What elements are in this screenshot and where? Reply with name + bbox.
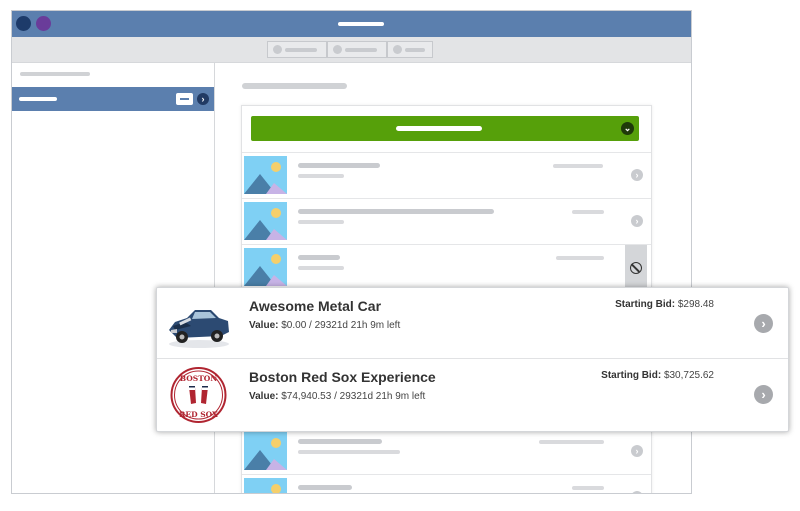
window-title-placeholder bbox=[338, 22, 384, 26]
toolbar bbox=[12, 37, 691, 63]
starting-bid: Starting Bid: $298.48 bbox=[615, 299, 714, 310]
toolbar-button-2[interactable] bbox=[327, 41, 387, 58]
item-value: Value: $0.00 / 29321d 21h 9m left bbox=[249, 320, 400, 331]
filter-dropdown-label-placeholder bbox=[396, 126, 482, 131]
list-item[interactable]: › bbox=[242, 474, 651, 493]
list-item[interactable]: › bbox=[242, 152, 651, 198]
toy-car-image bbox=[165, 296, 232, 352]
unavailable-indicator bbox=[625, 245, 647, 290]
value-text: $74,940.53 / 29321d 21h 9m left bbox=[281, 391, 426, 402]
starting-bid-amount: $30,725.62 bbox=[663, 370, 714, 381]
chevron-right-icon: › bbox=[631, 491, 643, 493]
sidebar-heading-placeholder bbox=[20, 72, 90, 76]
filter-dropdown-button[interactable]: ⌄ bbox=[251, 116, 639, 141]
image-placeholder-icon bbox=[244, 156, 287, 194]
starting-bid-label: Starting Bid: bbox=[615, 299, 676, 310]
chevron-down-icon: ⌄ bbox=[621, 122, 634, 135]
toolbar-icon bbox=[333, 45, 342, 54]
auction-item-row[interactable]: BOSTON RED SOX Boston Red Sox Experience… bbox=[157, 359, 788, 429]
list-item-disabled[interactable] bbox=[242, 244, 651, 290]
title-bar bbox=[12, 11, 691, 37]
image-placeholder-icon bbox=[244, 248, 287, 286]
item-title[interactable]: Boston Red Sox Experience bbox=[249, 369, 436, 385]
image-placeholder-icon bbox=[244, 478, 287, 493]
chevron-right-icon[interactable]: › bbox=[754, 385, 773, 404]
image-placeholder-icon bbox=[244, 202, 287, 240]
sidebar-item-badge bbox=[176, 93, 193, 105]
no-entry-icon bbox=[630, 262, 642, 274]
item-value: Value: $74,940.53 / 29321d 21h 9m left bbox=[249, 391, 425, 402]
zoomed-auction-items: Awesome Metal Car Value: $0.00 / 29321d … bbox=[156, 287, 789, 432]
minimize-window-button[interactable] bbox=[36, 16, 51, 31]
sidebar-item-label-placeholder bbox=[19, 97, 57, 101]
toolbar-label-placeholder bbox=[345, 47, 377, 52]
starting-bid-label: Starting Bid: bbox=[601, 370, 662, 381]
auction-item-row[interactable]: Awesome Metal Car Value: $0.00 / 29321d … bbox=[157, 288, 788, 359]
starting-bid: Starting Bid: $30,725.62 bbox=[601, 370, 714, 381]
toolbar-icon bbox=[273, 45, 282, 54]
chevron-right-icon: › bbox=[197, 93, 209, 105]
sidebar-item-selected[interactable]: › bbox=[12, 87, 214, 111]
logo-text-bottom: RED SOX bbox=[179, 410, 218, 419]
image-placeholder-icon bbox=[244, 432, 287, 470]
item-title[interactable]: Awesome Metal Car bbox=[249, 298, 381, 314]
toolbar-button-3[interactable] bbox=[387, 41, 433, 58]
value-label: Value: bbox=[249, 320, 279, 331]
list-item[interactable]: › bbox=[242, 198, 651, 244]
toolbar-button-group bbox=[267, 41, 433, 58]
starting-bid-amount: $298.48 bbox=[677, 299, 714, 310]
value-text: $0.00 / 29321d 21h 9m left bbox=[281, 320, 401, 331]
main-heading-placeholder bbox=[242, 83, 347, 89]
chevron-right-icon: › bbox=[631, 445, 643, 457]
close-window-button[interactable] bbox=[16, 16, 31, 31]
chevron-right-icon: › bbox=[631, 215, 643, 227]
red-sox-logo: BOSTON RED SOX bbox=[165, 367, 232, 423]
list-item[interactable]: › bbox=[242, 428, 651, 474]
toolbar-label-placeholder bbox=[285, 47, 317, 52]
toolbar-button-1[interactable] bbox=[267, 41, 327, 58]
logo-text-top: BOSTON bbox=[180, 374, 218, 383]
value-label: Value: bbox=[249, 391, 279, 402]
chevron-right-icon: › bbox=[631, 169, 643, 181]
toolbar-icon bbox=[393, 45, 402, 54]
chevron-right-icon[interactable]: › bbox=[754, 314, 773, 333]
toolbar-label-placeholder bbox=[405, 47, 425, 52]
